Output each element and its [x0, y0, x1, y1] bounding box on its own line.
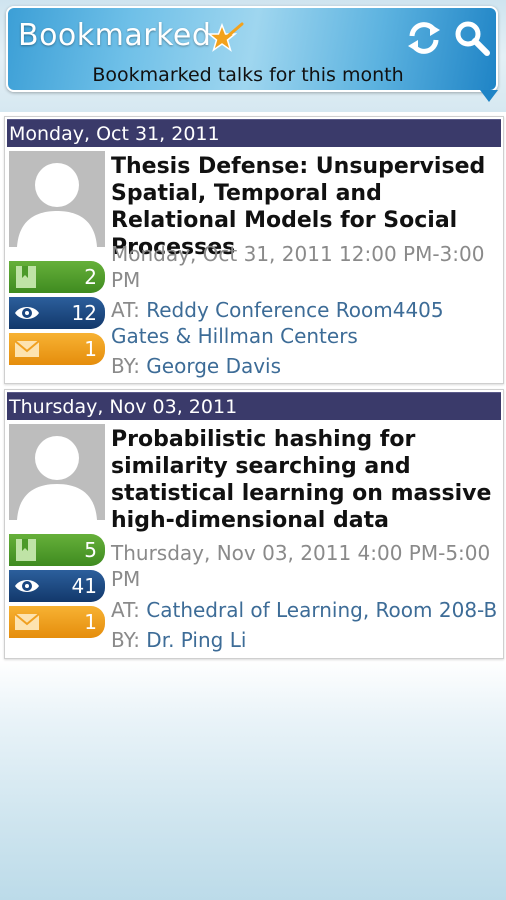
envelope-icon: [14, 613, 40, 630]
envelope-icon: [14, 340, 40, 357]
email-count-badge: 1: [9, 606, 105, 638]
talk-time: Monday, Oct 31, 2011 12:00 PM-3:00 PM: [111, 242, 485, 292]
bookmark-count: 5: [84, 538, 97, 562]
view-count: 12: [71, 301, 97, 325]
talk-time: Thursday, Nov 03, 2011 4:00 PM-5:00 PM: [111, 541, 491, 591]
bookmark-count: 2: [84, 265, 97, 289]
eye-icon: [15, 580, 39, 592]
talk-title[interactable]: Probabilistic hashing for similarity sea…: [111, 426, 497, 534]
bookmark-count-badge: 5: [9, 534, 105, 566]
bookmark-count-badge: 2: [9, 261, 105, 293]
talk-card[interactable]: Thursday, Nov 03, 2011 5 41 1 Probabilis…: [4, 389, 504, 659]
speaker-link[interactable]: George Davis: [146, 354, 281, 378]
speaker-avatar: [9, 424, 105, 520]
speaker-link[interactable]: Dr. Ping Li: [146, 628, 246, 652]
header-subtitle: Bookmarked talks for this month: [92, 64, 404, 86]
talk-card[interactable]: Monday, Oct 31, 2011 2 12 1 Thesis Defen…: [4, 116, 504, 384]
date-header: Thursday, Nov 03, 2011: [7, 392, 501, 420]
person-icon: [17, 163, 97, 247]
person-icon: [17, 436, 97, 520]
location-link[interactable]: Reddy Conference Room4405 Gates & Hillma…: [111, 298, 444, 348]
refresh-icon[interactable]: [406, 20, 442, 56]
search-icon[interactable]: [454, 20, 490, 56]
talk-speaker: BY: Dr. Ping Li: [111, 627, 501, 653]
star-icon: [208, 22, 244, 52]
email-count-badge: 1: [9, 333, 105, 365]
at-label: AT:: [111, 598, 140, 622]
speaker-avatar: [9, 151, 105, 247]
bookmark-icon: [16, 539, 36, 561]
header-title: Bookmarked: [18, 18, 212, 53]
location-link[interactable]: Cathedral of Learning, Room 208-B: [146, 598, 497, 622]
date-header: Monday, Oct 31, 2011: [7, 119, 501, 147]
bookmark-icon: [16, 266, 36, 288]
talk-location: AT: Cathedral of Learning, Room 208-B: [111, 597, 501, 623]
talk-location: AT: Reddy Conference Room4405 Gates & Hi…: [111, 297, 501, 349]
view-count-badge: 12: [9, 297, 105, 329]
talk-speaker: BY: George Davis: [111, 353, 501, 379]
view-count: 41: [71, 574, 97, 598]
header-pointer: [480, 90, 498, 102]
by-label: BY:: [111, 628, 140, 652]
view-count-badge: 41: [9, 570, 105, 602]
by-label: BY:: [111, 354, 140, 378]
email-count: 1: [84, 337, 97, 361]
app-header: Bookmarked Bookmarked talks for this mon…: [6, 6, 498, 92]
at-label: AT:: [111, 298, 140, 322]
email-count: 1: [84, 610, 97, 634]
eye-icon: [15, 307, 39, 319]
